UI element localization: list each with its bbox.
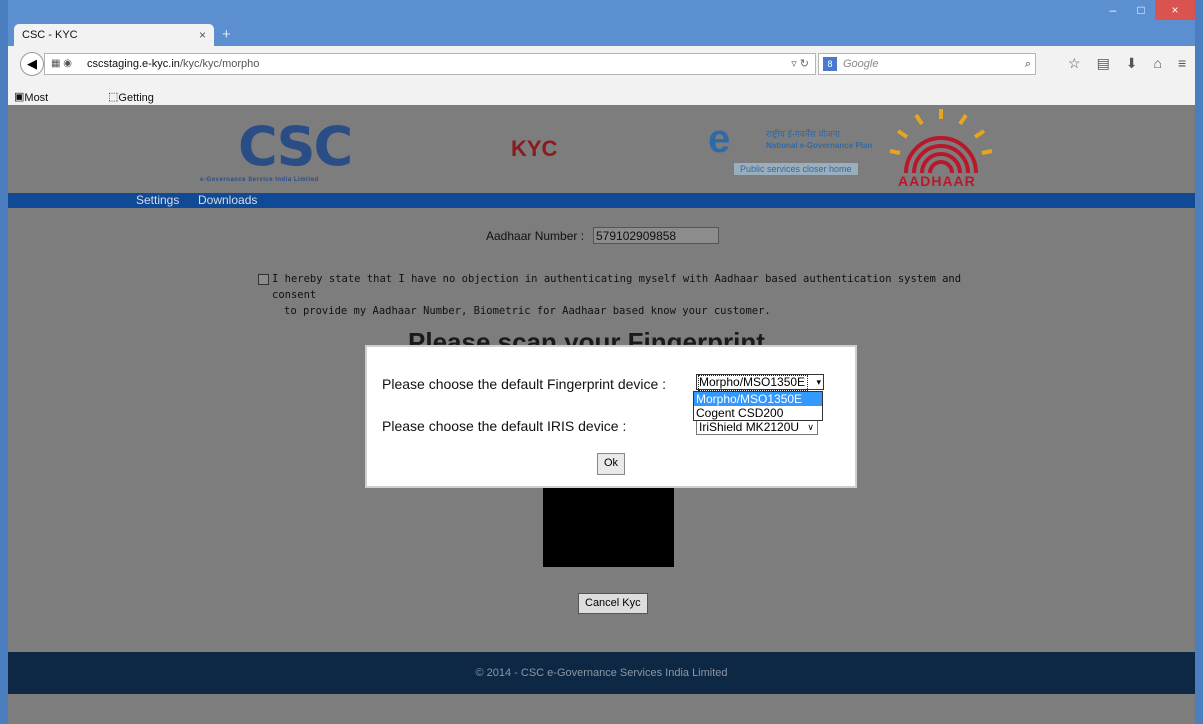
aadhaar-logo: AADHAAR [886, 107, 996, 191]
reload-icon[interactable]: ▿ ↻ [791, 54, 809, 74]
bookmark-most-visited[interactable]: ▣ Most Visited [14, 90, 57, 116]
tab-title: CSC - KYC [22, 29, 78, 41]
menu-settings[interactable]: Settings [136, 193, 179, 207]
chevron-down-icon: ∨ [807, 422, 814, 432]
bookmarks-bar: ▣ Most Visited ⬚ Getting Started [8, 88, 1195, 116]
fingerprint-device-dropdown: Morpho/MSO1350E Cogent CSD200 [693, 391, 823, 421]
new-tab-icon[interactable]: + [222, 26, 231, 43]
home-icon[interactable]: ⌂ [1154, 55, 1162, 72]
csc-logo: CSC e-Governance Service India Limited [200, 115, 353, 183]
aadhaar-number-input[interactable]: 579102909858 [593, 227, 719, 244]
consent-text: I hereby state that I have no objection … [272, 273, 962, 317]
iris-device-select[interactable]: IriShield MK2120U ∨ [696, 419, 818, 435]
url-bar[interactable]: ▦ ◉ cscstaging.e-kyc.in/kyc/kyc/morpho ▿… [44, 53, 816, 75]
reading-list-icon[interactable]: ▤ [1097, 55, 1110, 72]
window-controls: – □ × [1099, 0, 1195, 20]
menu-bar: Settings Downloads [8, 193, 1195, 208]
fingerprint-device-select[interactable]: Morpho/MSO1350E ▾ [696, 374, 824, 391]
aadhaar-number-label: Aadhaar Number : [486, 229, 585, 243]
search-icon[interactable]: ⌕ [1025, 54, 1031, 74]
consent-checkbox[interactable] [258, 274, 269, 285]
aadhaar-fingerprint-icon [889, 109, 993, 174]
title-bar: CSC - KYC × + – □ × [8, 0, 1195, 46]
search-box[interactable]: 8 Google ⌕ [818, 53, 1036, 75]
back-arrow-icon[interactable]: ◀ [20, 52, 44, 76]
download-icon[interactable]: ⬇ [1126, 55, 1138, 72]
menu-downloads[interactable]: Downloads [198, 193, 257, 207]
url-text: cscstaging.e-kyc.in/kyc/kyc/morpho [87, 58, 260, 70]
fingerprint-preview [543, 488, 674, 567]
tab-close-icon[interactable]: × [199, 28, 206, 42]
toolbar-icons: ☆ ▤ ⬇ ⌂ ≡ [1068, 55, 1186, 72]
search-placeholder: Google [843, 58, 879, 70]
minimize-button[interactable]: – [1099, 0, 1127, 20]
close-window-button[interactable]: × [1155, 0, 1195, 20]
star-icon[interactable]: ☆ [1068, 55, 1081, 72]
chevron-down-icon: ▾ [816, 377, 821, 387]
globe-icon: ▦ ◉ [51, 58, 72, 69]
option-cogent[interactable]: Cogent CSD200 [694, 406, 822, 420]
iris-device-label: Please choose the default IRIS device : [382, 418, 627, 434]
maximize-button[interactable]: □ [1127, 0, 1155, 20]
menu-icon[interactable]: ≡ [1178, 55, 1186, 72]
google-icon: 8 [823, 57, 837, 71]
option-morpho[interactable]: Morpho/MSO1350E [694, 392, 822, 406]
bookmark-getting-started[interactable]: ⬚ Getting Started [108, 90, 154, 116]
tab-csc-kyc[interactable]: CSC - KYC × [14, 24, 214, 46]
ok-button[interactable]: Ok [597, 453, 625, 475]
page-header: CSC e-Governance Service India Limited K… [8, 105, 1195, 193]
cancel-kyc-button[interactable]: Cancel Kyc [578, 593, 648, 614]
browser-window: CSC - KYC × + – □ × ◀ ▦ ◉ cscstaging.e-k… [8, 0, 1195, 724]
egov-logo: e राष्ट्रीय ई-गवर्नेंस योजना National e-… [708, 117, 873, 175]
page-footer: © 2014 - CSC e-Governance Services India… [8, 652, 1195, 694]
fingerprint-device-label: Please choose the default Fingerprint de… [382, 376, 667, 392]
kyc-title: KYC [511, 136, 558, 161]
